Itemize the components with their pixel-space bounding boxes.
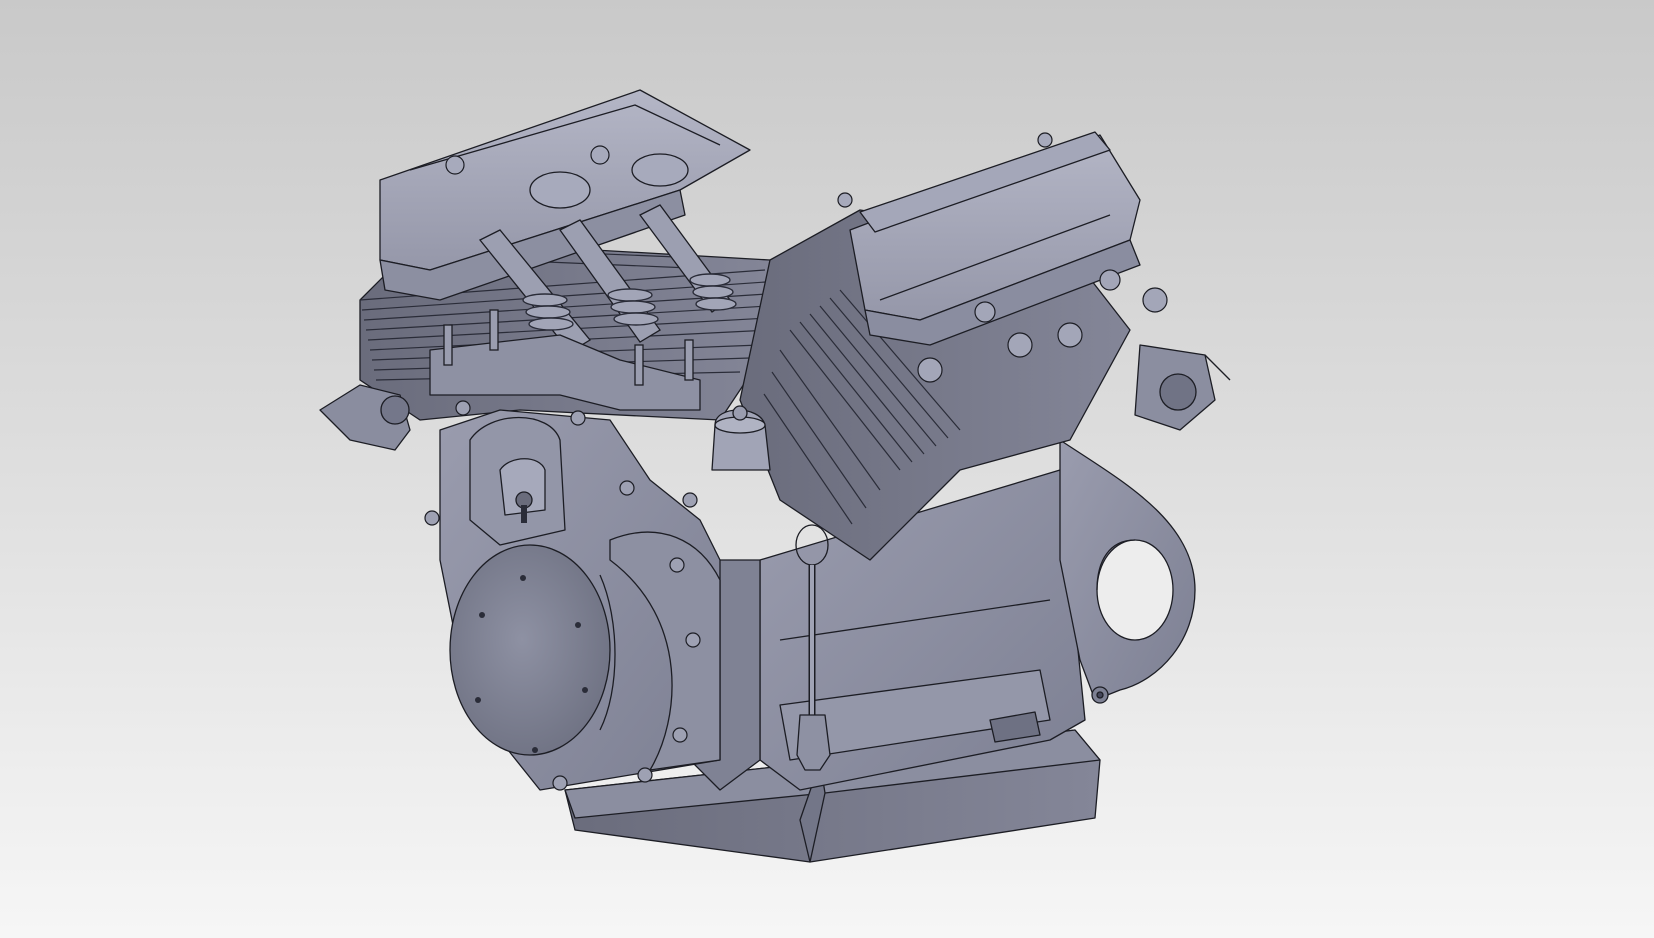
- engine-model-icon[interactable]: [0, 0, 1654, 938]
- engine-mount-flange: [1059, 439, 1196, 704]
- cad-viewport[interactable]: [0, 0, 1654, 938]
- timing-cover: [424, 400, 721, 791]
